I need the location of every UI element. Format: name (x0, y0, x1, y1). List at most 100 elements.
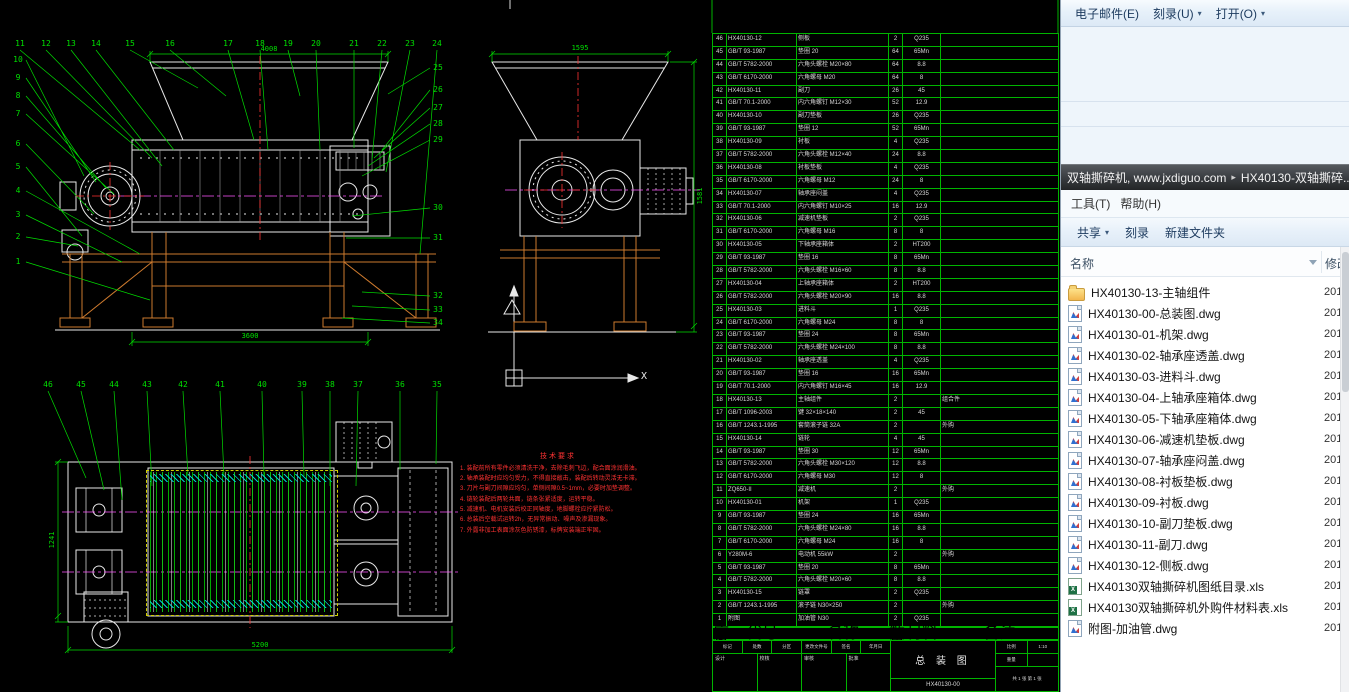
file-list: HX40130-13-主轴组件 201 HX40130-00-总装图.dwg 2… (1061, 277, 1341, 692)
cad-viewport: 1112131415161718192021222324 10987654321… (0, 0, 1060, 692)
bom-note (941, 292, 1058, 304)
bom-qty: 4 (889, 137, 903, 149)
bom-material: 8 (903, 227, 941, 239)
front-body (132, 140, 368, 232)
bom-qty: 16 (889, 511, 903, 523)
bom-note (941, 47, 1058, 59)
bom-note: 组合件 (941, 395, 1058, 407)
callout-number: 40 (257, 381, 267, 389)
bom-row: 18 HX40130-13 主轴组件 2 组合件 (713, 395, 1058, 408)
bom-no: 19 (713, 382, 727, 394)
bom-note (941, 318, 1058, 330)
dim-side-top: 1595 (572, 44, 589, 52)
callout-number: 28 (433, 120, 443, 128)
file-row[interactable]: HX40130-10-副刀垫板.dwg 201 (1061, 513, 1341, 534)
file-row[interactable]: HX40130-13-主轴组件 201 (1061, 282, 1341, 303)
address-path-left[interactable]: 双轴撕碎机, www.jxdiguo.com (1067, 169, 1226, 186)
file-row[interactable]: 附图-加油管.dwg 201 (1061, 618, 1341, 639)
title-block: 标记处数分区更改文件号签名年月日 设计校核审核批准 总 装 图 HX40130-… (712, 640, 1059, 692)
file-row[interactable]: HX40130双轴撕碎机外购件材料表.xls 201 (1061, 597, 1341, 618)
bom-note (941, 575, 1058, 587)
bom-qty: 12 (889, 447, 903, 459)
command-button[interactable]: 电子邮件(E) (1075, 5, 1139, 22)
bom-code: GB/T 70.1-2000 (727, 382, 797, 394)
column-filter-arrow-icon[interactable] (1309, 260, 1317, 265)
file-row[interactable]: HX40130-09-衬板.dwg 201 (1061, 492, 1341, 513)
file-name: HX40130双轴撕碎机外购件材料表.xls (1088, 599, 1288, 616)
command-bar-item[interactable]: 共享 (1077, 224, 1109, 241)
bom-part-name: 垫圈 12 (797, 124, 889, 136)
bom-part-name: 滚子链 N30×250 (797, 601, 889, 613)
note-line: 7. 外露非加工表面涂灰色防锈漆，标牌安装端正牢固。 (460, 527, 656, 536)
scrollbar[interactable] (1340, 247, 1349, 692)
command-bar-item[interactable]: 新建文件夹 (1165, 224, 1225, 241)
bom-qty: 12 (889, 472, 903, 484)
address-bar[interactable]: 双轴撕碎机, www.jxdiguo.com ▸ HX40130-双轴撕碎... (1061, 164, 1349, 190)
bom-qty: 8 (889, 227, 903, 239)
bom-code: GB/T 70.1-2000 (727, 202, 797, 214)
bom-no: 44 (713, 60, 727, 72)
file-row[interactable]: HX40130双轴撕碎机图纸目录.xls 201 (1061, 576, 1341, 597)
bom-qty: 1 (889, 498, 903, 510)
bom-part-name: 键 32×18×140 (797, 408, 889, 420)
file-row[interactable]: HX40130-07-轴承座闷盖.dwg 201 (1061, 450, 1341, 471)
command-button[interactable]: 打开(O) (1216, 5, 1265, 22)
bom-no: 37 (713, 150, 727, 162)
dwg-file-icon (1068, 305, 1082, 322)
bom-part-name: 轴承座透盖 (797, 356, 889, 368)
bom-part-name: 六角头螺栓 M30×120 (797, 459, 889, 471)
file-row[interactable]: HX40130-11-副刀.dwg 201 (1061, 534, 1341, 555)
bom-code: HX40130-12 (727, 34, 797, 46)
bom-qty: 2 (889, 214, 903, 226)
bom-material: 8.8 (903, 524, 941, 536)
menu-item[interactable]: 帮助(H) (1120, 195, 1161, 212)
bom-material (903, 601, 941, 613)
file-modified-date: 201 (1324, 412, 1341, 424)
bom-part-name: 套筒滚子链 32A (797, 421, 889, 433)
menu-item[interactable]: 工具(T) (1071, 195, 1110, 212)
note-line: 4. 链轮装配后两轮共面，链条张紧适度，运转平稳。 (460, 496, 656, 505)
bom-no: 24 (713, 318, 727, 330)
file-row[interactable]: HX40130-01-机架.dwg 201 (1061, 324, 1341, 345)
dwg-file-icon (1068, 620, 1082, 637)
title-block-mark-label: 处数 (743, 641, 773, 653)
file-row[interactable]: HX40130-00-总装图.dwg 201 (1061, 303, 1341, 324)
column-divider[interactable] (1321, 251, 1322, 273)
bom-no: 46 (713, 34, 727, 46)
command-bar-item[interactable]: 刻录 (1125, 224, 1149, 241)
file-row[interactable]: HX40130-03-进料斗.dwg 201 (1061, 366, 1341, 387)
file-row[interactable]: HX40130-05-下轴承座箱体.dwg 201 (1061, 408, 1341, 429)
bom-no: 33 (713, 202, 727, 214)
file-row[interactable]: HX40130-02-轴承座透盖.dwg 201 (1061, 345, 1341, 366)
file-row[interactable]: HX40130-06-减速机垫板.dwg 201 (1061, 429, 1341, 450)
bom-row: 20 GB/T 93-1987 垫圈 16 16 65Mn (713, 369, 1058, 382)
file-row[interactable]: HX40130-04-上轴承座箱体.dwg 201 (1061, 387, 1341, 408)
callout-number: 4 (16, 187, 21, 195)
callout-number: 36 (395, 381, 405, 389)
file-row[interactable]: HX40130-08-衬板垫板.dwg 201 (1061, 471, 1341, 492)
callout-number: 21 (349, 40, 359, 48)
bom-row: 10 HX40130-01 机架 1 Q235 (713, 498, 1058, 511)
column-header-name[interactable]: 名称 (1070, 255, 1094, 272)
address-path-right[interactable]: HX40130-双轴撕碎... (1241, 169, 1349, 186)
bom-material: 65Mn (903, 563, 941, 575)
command-button[interactable]: 刻录(U) (1153, 5, 1202, 22)
bom-qty: 64 (889, 47, 903, 59)
dwg-file-icon (1068, 347, 1082, 364)
bom-qty: 24 (889, 150, 903, 162)
bom-qty: 8 (889, 563, 903, 575)
bom-part-name: 垫圈 20 (797, 47, 889, 59)
bom-row: 35 GB/T 6170-2000 六角螺母 M12 24 8 (713, 176, 1058, 189)
bom-no: 32 (713, 214, 727, 226)
bom-qty: 8 (889, 343, 903, 355)
callout-number: 39 (297, 381, 307, 389)
bom-part-name: 轴承座闷盖 (797, 189, 889, 201)
bom-qty: 4 (889, 434, 903, 446)
scrollbar-thumb[interactable] (1342, 252, 1349, 392)
bom-part-name: 内六角螺钉 M12×30 (797, 98, 889, 110)
title-block-sig-label: 批准 (847, 654, 891, 691)
bom-row: 9 GB/T 93-1987 垫圈 24 16 65Mn (713, 511, 1058, 524)
file-row[interactable]: HX40130-12-侧板.dwg 201 (1061, 555, 1341, 576)
title-block-sig-label: 设计 (713, 654, 758, 691)
bom-row: 45 GB/T 93-1987 垫圈 20 64 65Mn (713, 47, 1058, 60)
